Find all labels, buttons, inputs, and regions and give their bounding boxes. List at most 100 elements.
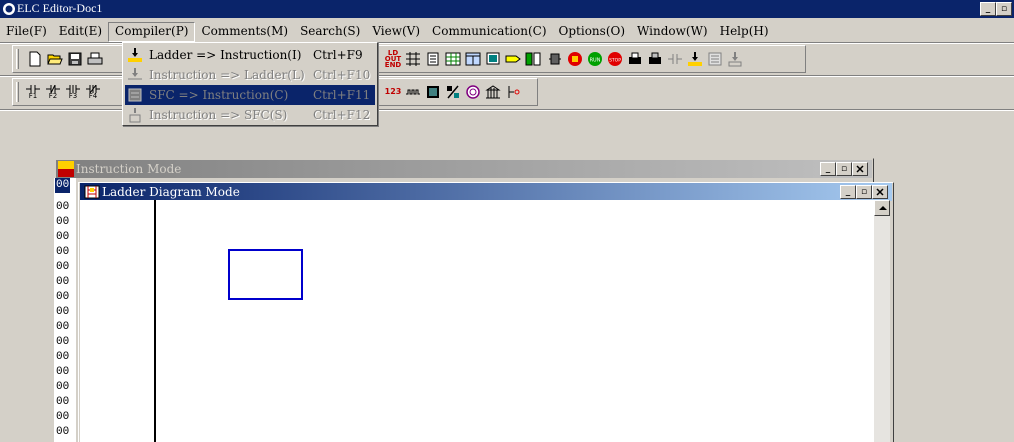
run-green-icon[interactable]: RUN	[587, 51, 603, 67]
table-icon[interactable]	[465, 51, 481, 67]
wave-icon[interactable]	[405, 84, 421, 100]
line-number[interactable]: 00	[56, 200, 69, 215]
vertical-scrollbar[interactable]	[874, 200, 890, 442]
stop-red-icon[interactable]	[567, 51, 583, 67]
menu-search[interactable]: Search(S)	[294, 22, 366, 42]
instruction-window-titlebar[interactable]: Instruction Mode _ ▫	[56, 160, 872, 178]
compile-icon[interactable]	[727, 51, 743, 67]
new-file-icon[interactable]	[27, 51, 43, 67]
menu-item-shortcut: Ctrl+F9	[313, 48, 363, 62]
menu-ladder-to-instruction[interactable]: Ladder => Instruction(I) Ctrl+F9	[125, 45, 375, 65]
ld-end-icon[interactable]: LD OUT END	[385, 50, 401, 69]
line-number[interactable]: 00	[56, 410, 69, 425]
open-folder-icon[interactable]	[47, 51, 63, 67]
ladder-cursor[interactable]	[228, 249, 303, 300]
toolbar-grip[interactable]	[16, 49, 19, 69]
line-number[interactable]: 00	[56, 335, 69, 350]
download-icon[interactable]	[547, 51, 563, 67]
percent-icon[interactable]	[445, 84, 461, 100]
transfer-icon[interactable]	[525, 51, 541, 67]
instruction-close-button[interactable]	[852, 162, 868, 176]
menu-item-label: Instruction => Ladder(L)	[149, 68, 305, 82]
upload-alt-icon[interactable]	[647, 51, 663, 67]
stop-icon[interactable]: STOP	[607, 51, 623, 67]
menu-file[interactable]: File(F)	[0, 22, 53, 42]
line-number[interactable]: 00	[56, 260, 69, 275]
menu-window[interactable]: Window(W)	[631, 22, 714, 42]
menu-communication[interactable]: Communication(C)	[426, 22, 553, 42]
menu-item-shortcut: Ctrl+F12	[313, 108, 371, 122]
minimize-button[interactable]: _	[980, 2, 996, 16]
ladder-restore-button[interactable]: ▫	[856, 185, 872, 199]
ladder-close-button[interactable]	[872, 185, 888, 199]
code-icon[interactable]	[687, 51, 703, 67]
save-icon[interactable]	[67, 51, 83, 67]
scroll-up-button[interactable]	[874, 200, 890, 216]
menu-instruction-to-ladder[interactable]: Instruction => Ladder(L) Ctrl+F10	[125, 65, 375, 85]
block-icon[interactable]	[425, 84, 441, 100]
stop-label: STOP	[609, 58, 621, 64]
f2-contact-button[interactable]: F2	[45, 84, 61, 100]
toolbar-grip[interactable]	[16, 82, 19, 102]
close-icon	[856, 165, 864, 173]
ladder-minimize-button[interactable]: _	[840, 185, 856, 199]
tag-icon[interactable]	[505, 51, 521, 67]
line-number[interactable]: 00	[56, 245, 69, 260]
counter-123-icon[interactable]: 123	[385, 84, 402, 100]
window-title: ELC Editor-Doc1	[17, 1, 103, 15]
menu-item-label: Instruction => SFC(S)	[149, 108, 288, 122]
f4-contact-button[interactable]: F4	[85, 84, 101, 100]
ladder-window-controls: _ ▫	[840, 185, 888, 199]
menu-compiler[interactable]: Compiler(P)	[108, 22, 196, 42]
ladder-canvas[interactable]	[80, 200, 874, 442]
menu-sfc-to-instruction[interactable]: SFC => Instruction(C) Ctrl+F11	[125, 85, 375, 105]
coil-block-icon[interactable]	[425, 51, 441, 67]
print-icon[interactable]	[87, 51, 103, 67]
f3-contact-button[interactable]: F3	[65, 84, 81, 100]
line-number[interactable]: 00	[56, 305, 69, 320]
menu-comments[interactable]: Comments(M)	[195, 22, 294, 42]
line-number[interactable]: 00	[56, 215, 69, 230]
sfc-to-code-icon	[125, 86, 145, 104]
monitor-icon[interactable]	[485, 51, 501, 67]
menu-item-label: Ladder => Instruction(I)	[149, 48, 302, 62]
instruction-minimize-button[interactable]: _	[820, 162, 836, 176]
binary-icon[interactable]	[707, 51, 723, 67]
upload-icon[interactable]	[627, 51, 643, 67]
menu-item-shortcut: Ctrl+F10	[313, 68, 371, 82]
close-icon	[876, 188, 884, 196]
menu-help[interactable]: Help(H)	[714, 22, 775, 42]
menu-instruction-to-sfc[interactable]: Instruction => SFC(S) Ctrl+F12	[125, 105, 375, 125]
f1-contact-button[interactable]: F1	[25, 84, 41, 100]
line-number[interactable]: 00	[56, 290, 69, 305]
building-icon[interactable]	[485, 84, 501, 100]
f4-label: F4	[88, 91, 98, 100]
menu-edit[interactable]: Edit(E)	[53, 22, 108, 42]
line-number[interactable]: 00	[56, 320, 69, 335]
grid-icon[interactable]	[445, 51, 461, 67]
line-number[interactable]: 00	[56, 230, 69, 245]
ladder-window-titlebar[interactable]: Ladder Diagram Mode _ ▫	[80, 183, 892, 201]
ladder-window-title: Ladder Diagram Mode	[102, 185, 240, 199]
instruction-restore-button[interactable]: ▫	[836, 162, 852, 176]
run-label: RUN	[590, 58, 601, 64]
line-number[interactable]: 00	[56, 380, 69, 395]
contact-block-icon[interactable]	[405, 51, 421, 67]
left-power-rail	[154, 200, 156, 442]
contact-icon[interactable]	[667, 51, 683, 67]
line-number[interactable]: 00	[56, 425, 69, 440]
line-number[interactable]: 00	[56, 275, 69, 290]
s-circle-icon[interactable]	[465, 84, 481, 100]
line-number[interactable]: 00	[56, 365, 69, 380]
jump-icon[interactable]	[505, 84, 521, 100]
line-number[interactable]: 00	[56, 350, 69, 365]
line-number[interactable]: 00	[55, 178, 71, 193]
standard-toolbar	[12, 45, 126, 73]
menu-view[interactable]: View(V)	[366, 22, 426, 42]
f2-label: F2	[48, 91, 58, 100]
menu-options[interactable]: Options(O)	[553, 22, 632, 42]
restore-button[interactable]: ▫	[996, 2, 1012, 16]
line-number[interactable]: 00	[56, 395, 69, 410]
ladder-toolbar: F1 F2 F3 F4	[12, 78, 126, 106]
app-title-bar[interactable]: ELC Editor-Doc1 _ ▫	[0, 0, 1014, 18]
